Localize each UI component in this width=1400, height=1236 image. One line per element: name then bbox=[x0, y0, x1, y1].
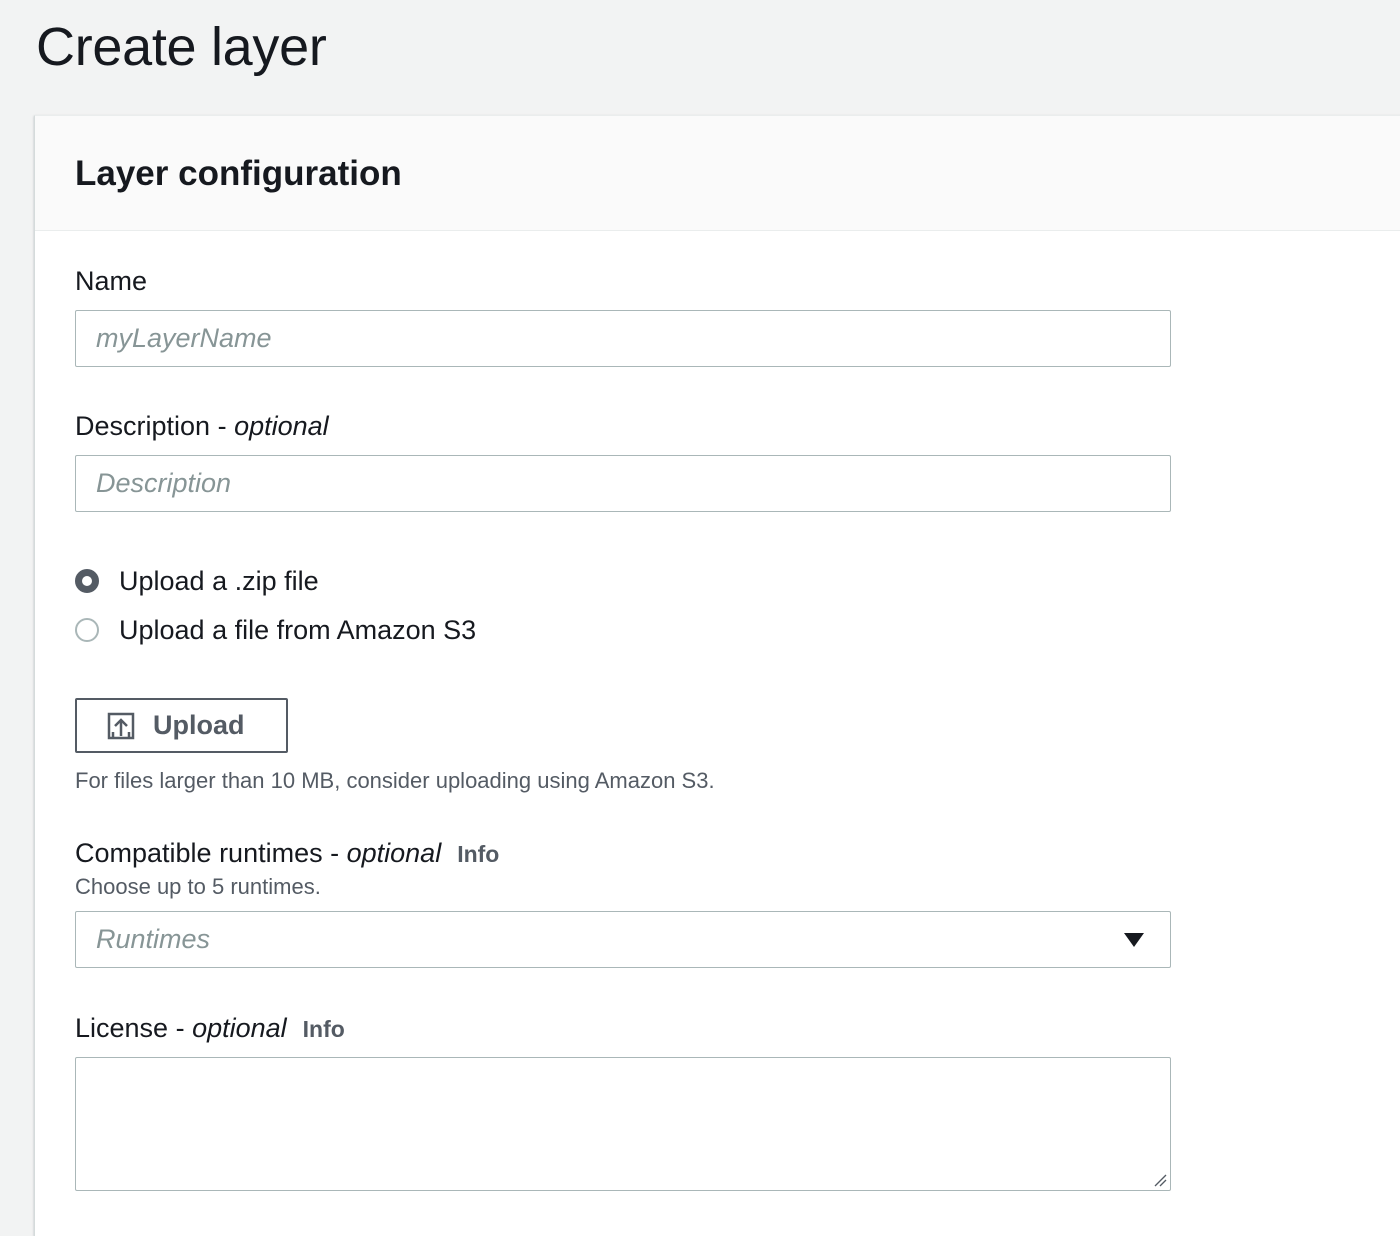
radio-button-selected[interactable] bbox=[75, 569, 99, 593]
description-label: Description - optional bbox=[75, 409, 329, 443]
caret-down-icon[interactable] bbox=[1124, 933, 1144, 947]
name-input[interactable] bbox=[76, 311, 1170, 366]
name-label: Name bbox=[75, 264, 147, 298]
name-label-text: Name bbox=[75, 266, 148, 296]
upload-button[interactable]: Upload bbox=[75, 698, 288, 753]
license-info-link[interactable]: Info bbox=[303, 1016, 345, 1042]
page-title: Create layer bbox=[36, 17, 327, 77]
radio-upload-s3[interactable]: Upload a file from Amazon S3 bbox=[75, 613, 476, 647]
description-optional-tag: optional bbox=[234, 411, 329, 441]
description-label-separator: - bbox=[210, 411, 235, 441]
runtimes-select[interactable]: Runtimes bbox=[75, 911, 1171, 968]
license-label: License - optional Info bbox=[75, 1011, 345, 1046]
license-optional-tag: optional bbox=[192, 1013, 287, 1043]
resize-handle-icon[interactable] bbox=[1153, 1173, 1167, 1187]
license-label-text: License bbox=[75, 1013, 169, 1043]
runtimes-optional-tag: optional bbox=[346, 838, 442, 868]
license-field[interactable] bbox=[75, 1057, 1171, 1191]
runtimes-placeholder: Runtimes bbox=[96, 924, 211, 954]
runtimes-label: Compatible runtimes - optional Info bbox=[75, 836, 499, 871]
runtimes-label-separator: - bbox=[322, 838, 347, 868]
upload-hint: For files larger than 10 MB, consider up… bbox=[75, 768, 715, 793]
upload-button-label[interactable]: Upload bbox=[153, 710, 245, 741]
license-label-separator: - bbox=[168, 1013, 193, 1043]
name-field[interactable] bbox=[75, 310, 1171, 367]
radio-button-unselected[interactable] bbox=[75, 618, 99, 642]
radio-upload-s3-label[interactable]: Upload a file from Amazon S3 bbox=[119, 613, 476, 647]
runtimes-label-text: Compatible runtimes bbox=[75, 838, 323, 868]
license-textarea[interactable] bbox=[76, 1058, 1170, 1190]
runtimes-hint: Choose up to 5 runtimes. bbox=[75, 874, 321, 899]
description-label-text: Description bbox=[75, 411, 211, 441]
panel-title: Layer configuration bbox=[75, 154, 402, 193]
description-input[interactable] bbox=[76, 456, 1170, 511]
radio-upload-zip-label[interactable]: Upload a .zip file bbox=[119, 564, 319, 598]
upload-icon bbox=[107, 712, 135, 740]
description-field[interactable] bbox=[75, 455, 1171, 512]
panel-header: Layer configuration bbox=[35, 116, 1400, 231]
radio-upload-zip[interactable]: Upload a .zip file bbox=[75, 564, 319, 598]
layer-configuration-panel: Layer configuration Name Description - o… bbox=[34, 115, 1400, 1236]
runtimes-info-link[interactable]: Info bbox=[457, 841, 499, 867]
